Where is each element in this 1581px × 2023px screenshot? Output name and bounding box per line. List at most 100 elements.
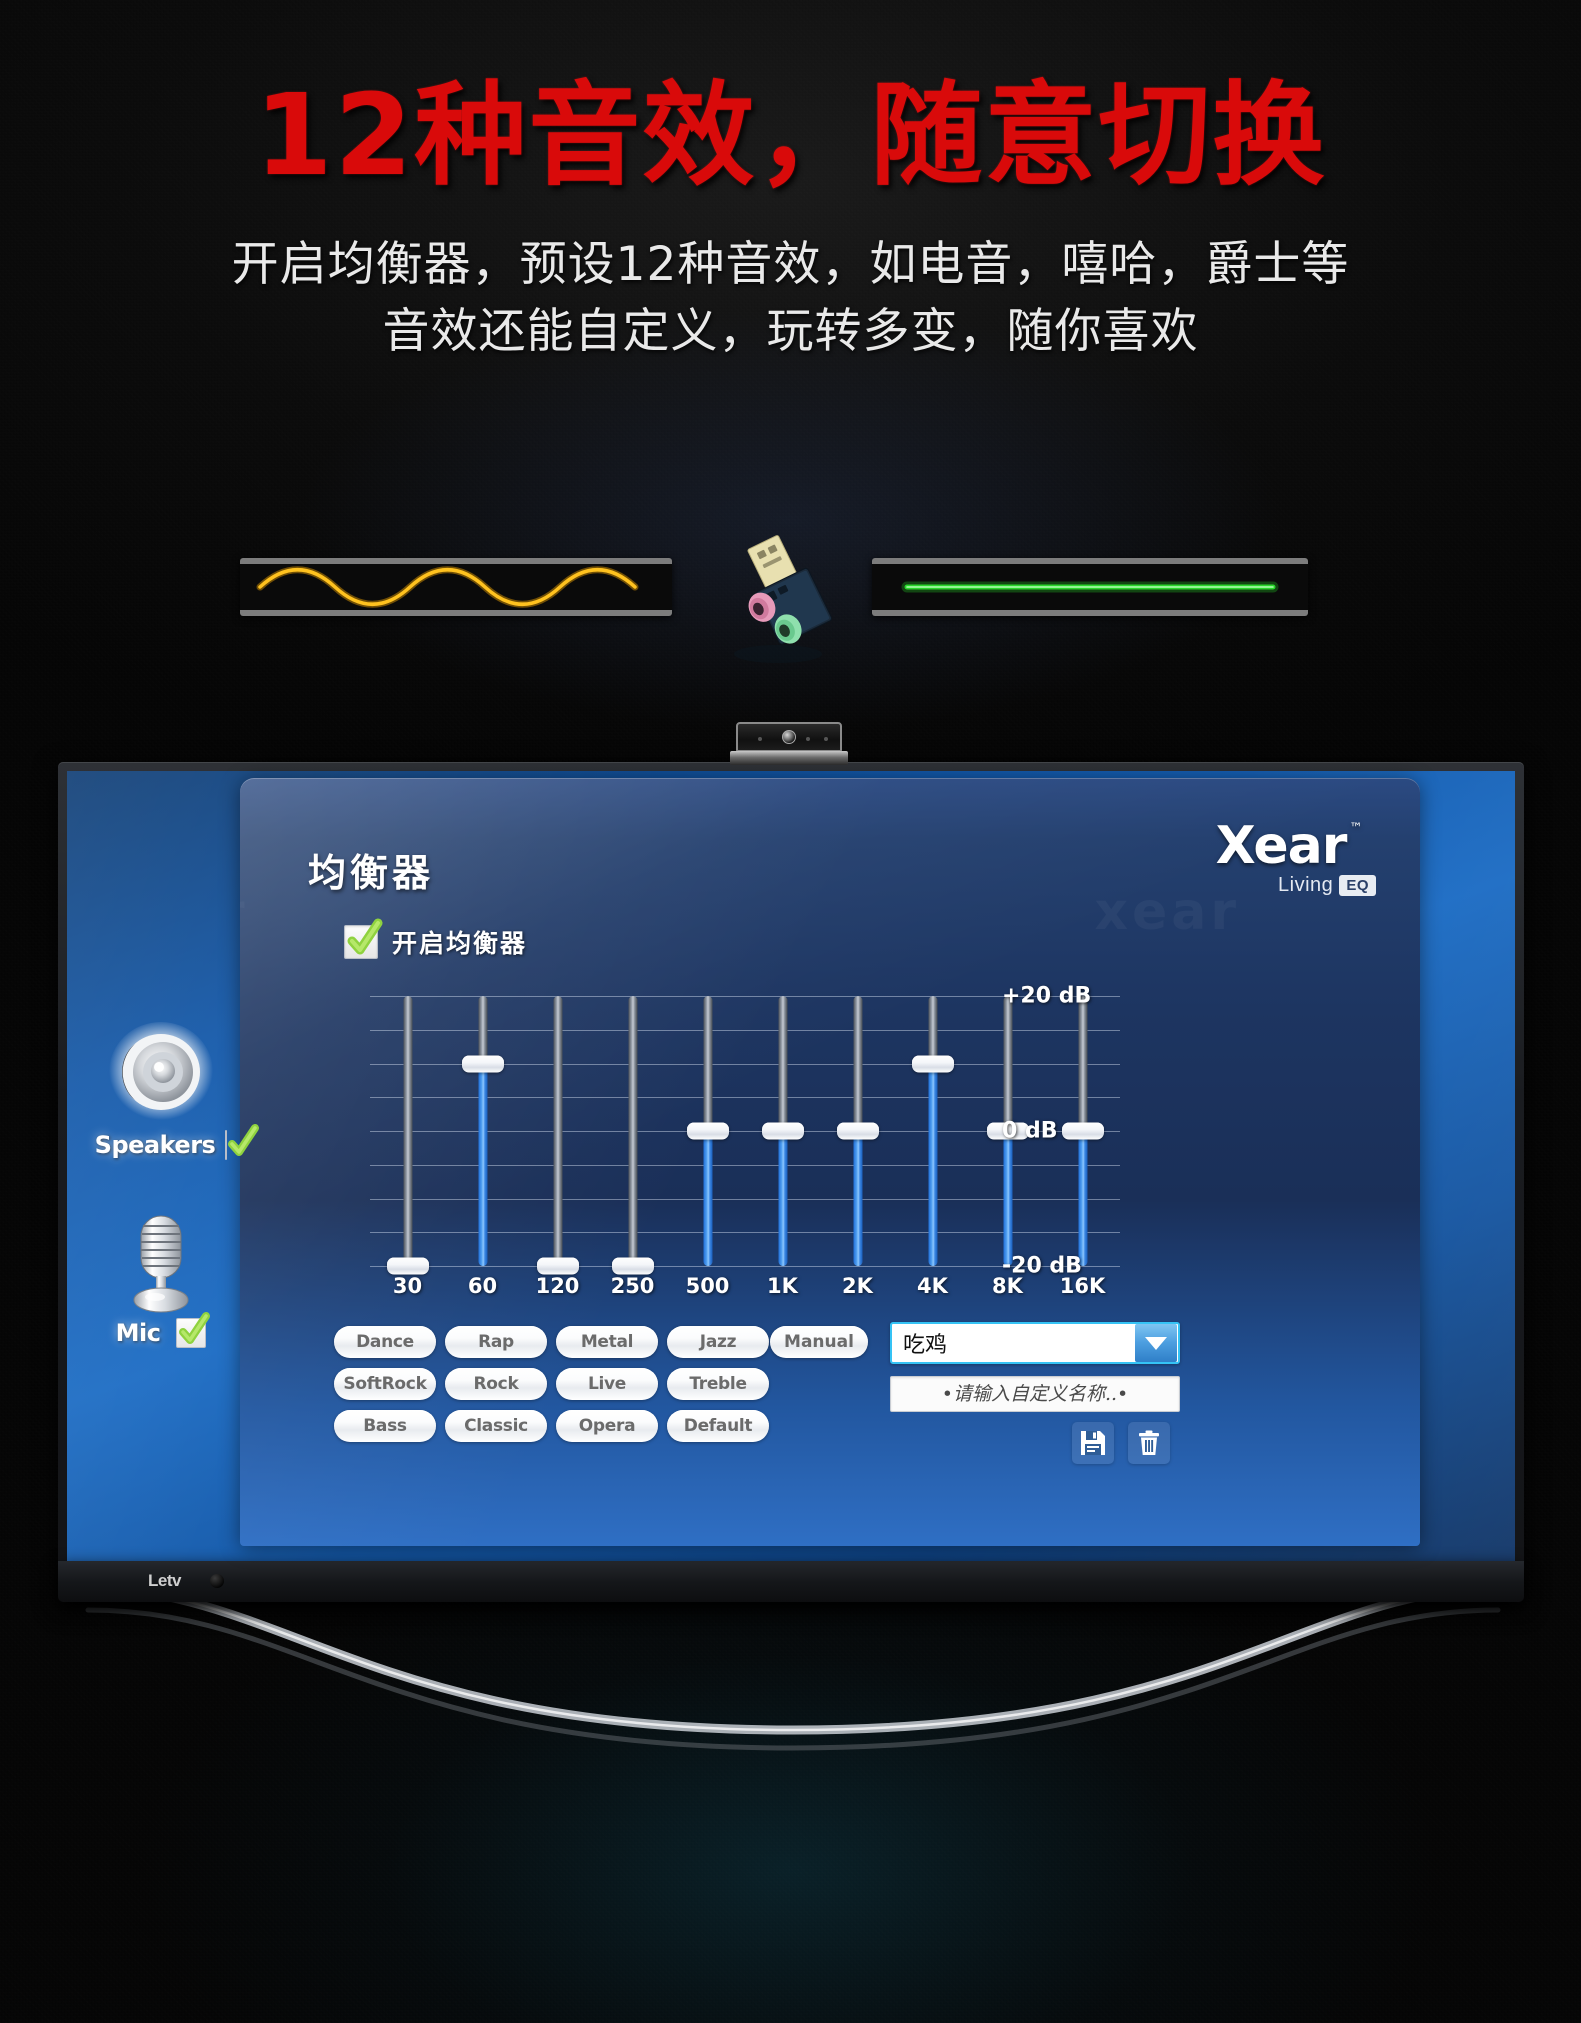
- eq-frequency-label-250: 250: [610, 1274, 655, 1298]
- device-label-speakers: Speakers: [94, 1131, 216, 1159]
- eq-slider-thumb[interactable]: [611, 1257, 654, 1275]
- xear-eq-badge: EQ: [1339, 875, 1376, 896]
- tv-stand: [58, 1580, 1528, 1760]
- enable-equalizer-label: 开启均衡器: [392, 929, 528, 958]
- eq-frequency-label-1K: 1K: [767, 1274, 798, 1298]
- db-label-mid: 0 dB: [1002, 1118, 1058, 1144]
- preset-button-dance[interactable]: Dance: [334, 1326, 436, 1358]
- xear-tagline-row: Living EQ: [1186, 874, 1376, 897]
- promo-headline: 12种音效，随意切换: [254, 71, 1327, 201]
- device-label-mic: Mic: [115, 1319, 161, 1347]
- preset-button-live[interactable]: Live: [556, 1368, 658, 1400]
- custom-name-input[interactable]: [890, 1376, 1180, 1412]
- eq-frequency-label-120: 120: [535, 1274, 580, 1298]
- preset-button-default[interactable]: Default: [667, 1410, 769, 1442]
- promo-subtitle-line-2: 音效还能自定义，玩转多变，随你喜欢: [382, 303, 1199, 359]
- eq-slider-fill: [1003, 1131, 1012, 1266]
- equalizer-window: xear xear 均衡器 Xear™ Living EQ 开启均衡器 3060…: [240, 778, 1420, 1546]
- flat-line-icon: [901, 581, 1279, 593]
- enable-equalizer-row[interactable]: 开启均衡器: [344, 918, 528, 960]
- checkmark-icon: [228, 1124, 260, 1156]
- watermark-left: xear: [240, 886, 250, 937]
- equalizer-title: 均衡器: [308, 850, 435, 895]
- xear-tagline: Living: [1278, 874, 1334, 896]
- chevron-down-icon[interactable]: [1135, 1324, 1177, 1362]
- eq-frequency-label-500: 500: [685, 1274, 730, 1298]
- eq-slider-thumb[interactable]: [1061, 1122, 1104, 1140]
- eq-slider-track[interactable]: [553, 996, 562, 1266]
- tv-ir-sensor: [210, 1574, 224, 1588]
- speaker-icon: [109, 1022, 213, 1122]
- preset-button-rock[interactable]: Rock: [445, 1368, 547, 1400]
- preset-action-buttons: [1072, 1422, 1170, 1464]
- save-floppy-icon: [1081, 1431, 1105, 1455]
- tv-stand-ribbon-icon: [63, 1581, 1523, 1751]
- eq-slider-1K[interactable]: [761, 996, 804, 1266]
- eq-slider-16K[interactable]: [1061, 996, 1104, 1266]
- eq-slider-250[interactable]: [611, 996, 654, 1275]
- eq-slider-thumb[interactable]: [836, 1122, 879, 1140]
- custom-preset-selected-value: 吃鸡: [903, 1333, 948, 1358]
- eq-slider-thumb[interactable]: [386, 1257, 429, 1275]
- eq-slider-2K[interactable]: [836, 996, 879, 1266]
- preset-button-opera[interactable]: Opera: [556, 1410, 658, 1442]
- sine-wave-icon: [256, 566, 639, 608]
- speakers-enabled-checkbox[interactable]: [225, 1124, 260, 1160]
- preset-button-treble[interactable]: Treble: [667, 1368, 769, 1400]
- eq-slider-track[interactable]: [628, 996, 637, 1266]
- webcam-mount: [730, 751, 848, 765]
- save-preset-button[interactable]: [1072, 1422, 1114, 1464]
- xear-brand-text: Xear: [1215, 816, 1348, 876]
- webcam-mic-dot-left: [758, 737, 762, 741]
- manual-preset-button[interactable]: Manual: [770, 1326, 868, 1358]
- checkmark-icon: [347, 918, 383, 955]
- eq-slider-thumb[interactable]: [911, 1055, 954, 1072]
- webcam-mic-dot-right: [806, 737, 810, 741]
- eq-slider-4K[interactable]: [911, 996, 954, 1266]
- preset-button-rap[interactable]: Rap: [445, 1326, 547, 1358]
- eq-slider-60[interactable]: [461, 996, 504, 1266]
- xear-brand-logo: Xear ™ Living EQ: [1186, 820, 1376, 897]
- preset-button-bass[interactable]: Bass: [334, 1410, 436, 1442]
- promo-subtitle-line-1: 开启均衡器，预设12种音效，如电音，嘻哈，爵士等: [231, 237, 1350, 292]
- eq-slider-thumb[interactable]: [761, 1122, 804, 1140]
- eq-slider-fill: [1078, 1131, 1087, 1266]
- eq-slider-fill: [478, 1063, 487, 1266]
- eq-slider-500[interactable]: [686, 996, 729, 1266]
- microphone-icon: [133, 1215, 189, 1313]
- preset-buttons-grid: Dance Rap Metal Jazz SoftRock Rock Live Treble B…: [334, 1326, 769, 1442]
- custom-preset-dropdown[interactable]: 吃鸡: [890, 1322, 1180, 1364]
- db-label-top: +20 dB: [1002, 983, 1092, 1009]
- device-item-speakers[interactable]: Speakers: [94, 1022, 260, 1160]
- tv-bottom-bezel: Letv: [58, 1561, 1524, 1602]
- trash-icon: [1139, 1430, 1159, 1455]
- eq-frequency-label-60: 60: [467, 1274, 498, 1298]
- eq-slider-fill: [703, 1131, 712, 1266]
- waveform-display-orange: [240, 558, 672, 616]
- eq-slider-thumb[interactable]: [461, 1055, 504, 1072]
- eq-slider-thumb[interactable]: [686, 1122, 729, 1140]
- preset-button-classic[interactable]: Classic: [445, 1410, 547, 1442]
- eq-slider-track[interactable]: [403, 996, 412, 1266]
- eq-slider-thumb[interactable]: [536, 1257, 579, 1275]
- eq-frequency-label-4K: 4K: [917, 1274, 948, 1298]
- preset-button-metal[interactable]: Metal: [556, 1326, 658, 1358]
- usb-sound-adapter-image: [700, 534, 860, 664]
- webcam: [730, 722, 848, 766]
- eq-slider-120[interactable]: [536, 996, 579, 1275]
- delete-preset-button[interactable]: [1128, 1422, 1170, 1464]
- eq-slider-fill: [853, 1131, 862, 1266]
- enable-equalizer-checkbox[interactable]: [344, 918, 383, 959]
- usb-adapter-icon: [734, 535, 833, 663]
- eq-frequency-label-2K: 2K: [842, 1274, 873, 1298]
- db-label-bottom: -20 dB: [1002, 1253, 1082, 1279]
- xear-wordmark: Xear ™: [1216, 820, 1363, 872]
- eq-slider-30[interactable]: [386, 996, 429, 1275]
- preset-button-jazz[interactable]: Jazz: [667, 1326, 769, 1358]
- preset-button-softrock[interactable]: SoftRock: [334, 1368, 436, 1400]
- webcam-lens-icon: [782, 730, 796, 744]
- mic-enabled-checkbox[interactable]: [176, 1312, 211, 1348]
- device-item-mic[interactable]: Mic: [96, 1212, 226, 1348]
- eq-slider-fill: [778, 1131, 787, 1266]
- eq-frequency-label-30: 30: [392, 1274, 423, 1298]
